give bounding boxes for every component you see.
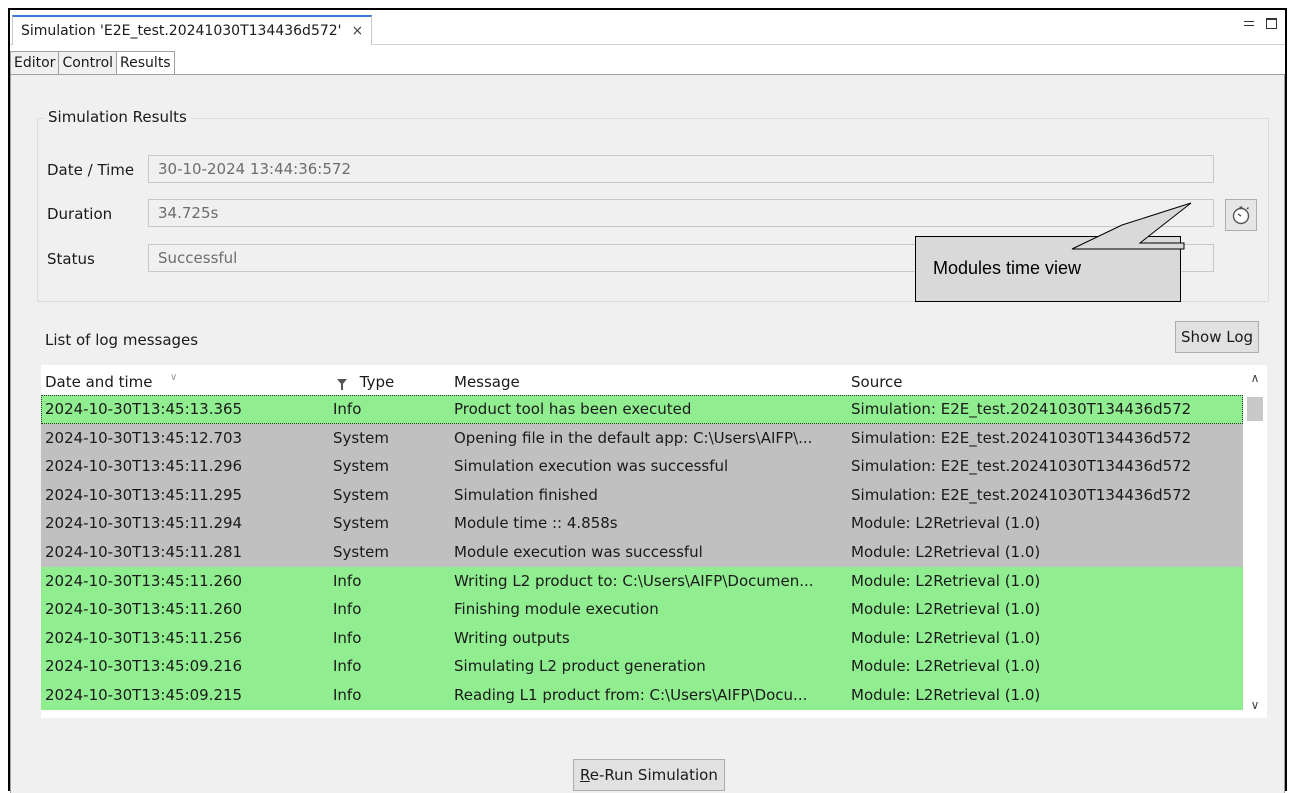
- tab-results[interactable]: Results: [116, 51, 175, 76]
- row-source: Module: L2Retrieval (1.0): [851, 514, 1041, 533]
- row-source: Simulation: E2E_test.20241030T134436d572: [851, 400, 1192, 418]
- row-time: 2024-10-30T13:45:13.365: [45, 400, 243, 418]
- row-time: 2024-10-30T13:45:09.215: [45, 685, 243, 704]
- row-source: Module: L2Retrieval (1.0): [851, 628, 1041, 647]
- show-log-button[interactable]: Show Log: [1175, 321, 1260, 353]
- row-type: Info: [333, 657, 362, 676]
- subtab-bar: Editor Control Results: [10, 51, 175, 76]
- row-time: 2024-10-30T13:45:09.216: [45, 657, 243, 676]
- row-message: Writing outputs: [454, 628, 570, 647]
- date-time-field: 30-10-2024 13:44:36:572: [148, 155, 1214, 183]
- modules-time-view-button[interactable]: [1225, 199, 1257, 231]
- table-header: Date and time ∨ Type Message Source: [41, 365, 1243, 396]
- scroll-up-icon[interactable]: ∧: [1243, 371, 1267, 391]
- scrollbar-thumb[interactable]: [1247, 397, 1263, 421]
- simulation-editor-window: Simulation 'E2E_test.20241030T134436d572…: [8, 8, 1287, 793]
- table-vertical-scrollbar[interactable]: ∧ ∨: [1243, 365, 1267, 718]
- row-time: 2024-10-30T13:45:11.256: [45, 628, 243, 647]
- table-row[interactable]: 2024-10-30T13:45:11.260 Info Writing L2 …: [41, 566, 1243, 596]
- editor-tab-bar: Simulation 'E2E_test.20241030T134436d572…: [10, 10, 1285, 45]
- table-body: 2024-10-30T13:45:13.365 Info Product too…: [41, 395, 1243, 710]
- row-message: Module time :: 4.858s: [454, 514, 618, 533]
- row-message: Product tool has been executed: [454, 400, 692, 418]
- row-type: System: [333, 485, 389, 504]
- sort-descending-icon: ∨: [170, 372, 178, 383]
- simulation-tab[interactable]: Simulation 'E2E_test.20241030T134436d572…: [12, 15, 373, 45]
- row-source: Module: L2Retrieval (1.0): [851, 571, 1041, 590]
- results-panel: Simulation Results Date / Time 30-10-202…: [10, 74, 1285, 793]
- table-row[interactable]: 2024-10-30T13:45:09.216 Info Simulating …: [41, 652, 1243, 681]
- table-row[interactable]: 2024-10-30T13:45:11.296 System Simulatio…: [41, 452, 1243, 481]
- table-row[interactable]: 2024-10-30T13:45:11.260 Info Finishing m…: [41, 595, 1243, 624]
- callout-text: Modules time view: [933, 258, 1082, 278]
- row-time: 2024-10-30T13:45:12.703: [45, 428, 243, 447]
- column-header-type[interactable]: Type: [337, 365, 394, 395]
- log-messages-table[interactable]: Date and time ∨ Type Message Source 2024…: [41, 365, 1267, 718]
- close-icon[interactable]: ×: [352, 23, 364, 39]
- row-time: 2024-10-30T13:45:11.260: [45, 600, 243, 619]
- tab-editor[interactable]: Editor: [10, 51, 60, 75]
- row-type: System: [333, 428, 389, 447]
- duration-label: Duration: [47, 205, 113, 223]
- table-row[interactable]: 2024-10-30T13:45:11.294 System Module ti…: [41, 509, 1243, 538]
- callout-pointer: [1071, 202, 1192, 250]
- rerun-mnemonic: R: [580, 766, 590, 784]
- row-source: Simulation: E2E_test.20241030T134436d572: [851, 428, 1192, 447]
- row-message: Writing L2 product to: C:\Users\AIFP\Doc…: [454, 571, 814, 590]
- row-type: System: [333, 542, 389, 561]
- column-header-date[interactable]: Date and time ∨: [45, 365, 177, 395]
- row-type: Info: [333, 685, 362, 704]
- row-type: Info: [333, 628, 362, 647]
- row-time: 2024-10-30T13:45:11.294: [45, 514, 243, 533]
- row-message: Simulating L2 product generation: [454, 657, 706, 676]
- row-message: Simulation execution was successful: [454, 457, 729, 476]
- log-list-label: List of log messages: [45, 331, 199, 349]
- simulation-results-title: Simulation Results: [44, 108, 191, 126]
- row-type: Info: [333, 571, 362, 590]
- simulation-tab-title: Simulation 'E2E_test.20241030T134436d572…: [21, 23, 342, 39]
- row-source: Module: L2Retrieval (1.0): [851, 542, 1041, 561]
- table-row[interactable]: 2024-10-30T13:45:13.365 Info Product too…: [41, 395, 1243, 424]
- maximize-icon[interactable]: [1266, 18, 1277, 29]
- row-source: Simulation: E2E_test.20241030T134436d572: [851, 485, 1192, 504]
- table-row[interactable]: 2024-10-30T13:45:12.703 System Opening f…: [41, 423, 1243, 453]
- row-type: Info: [333, 600, 362, 619]
- stopwatch-icon: [1232, 206, 1250, 225]
- table-row[interactable]: 2024-10-30T13:45:11.256 Info Writing out…: [41, 623, 1243, 653]
- row-source: Module: L2Retrieval (1.0): [851, 657, 1041, 676]
- minimize-icon[interactable]: [1244, 21, 1254, 26]
- row-source: Module: L2Retrieval (1.0): [851, 600, 1041, 619]
- row-type: Info: [333, 400, 362, 418]
- table-row[interactable]: 2024-10-30T13:45:09.215 Info Reading L1 …: [41, 680, 1243, 710]
- row-message: Simulation finished: [454, 485, 598, 504]
- row-time: 2024-10-30T13:45:11.281: [45, 542, 243, 561]
- filter-icon[interactable]: [337, 379, 347, 390]
- window-controls: [1244, 18, 1277, 29]
- row-source: Simulation: E2E_test.20241030T134436d572: [851, 457, 1192, 476]
- duration-field: 34.725s: [148, 199, 1214, 227]
- row-message: Opening file in the default app: C:\User…: [454, 428, 813, 447]
- row-time: 2024-10-30T13:45:11.296: [45, 457, 243, 476]
- scroll-down-icon[interactable]: ∨: [1243, 698, 1267, 718]
- row-message: Module execution was successful: [454, 542, 703, 561]
- row-message: Reading L1 product from: C:\Users\AIFP\D…: [454, 685, 808, 704]
- column-header-message[interactable]: Message: [454, 365, 520, 395]
- table-row[interactable]: 2024-10-30T13:45:11.295 System Simulatio…: [41, 480, 1243, 510]
- tab-control[interactable]: Control: [58, 51, 118, 75]
- row-type: System: [333, 457, 389, 476]
- date-time-label: Date / Time: [47, 161, 135, 179]
- column-header-source[interactable]: Source: [851, 365, 903, 395]
- row-type: System: [333, 514, 389, 533]
- status-label: Status: [47, 250, 95, 268]
- table-row[interactable]: 2024-10-30T13:45:11.281 System Module ex…: [41, 537, 1243, 567]
- row-message: Finishing module execution: [454, 600, 659, 619]
- row-time: 2024-10-30T13:45:11.260: [45, 571, 243, 590]
- row-source: Module: L2Retrieval (1.0): [851, 685, 1041, 704]
- row-time: 2024-10-30T13:45:11.295: [45, 485, 243, 504]
- rerun-label: e-Run Simulation: [589, 766, 718, 784]
- rerun-simulation-button[interactable]: Re-Run Simulation: [573, 759, 725, 791]
